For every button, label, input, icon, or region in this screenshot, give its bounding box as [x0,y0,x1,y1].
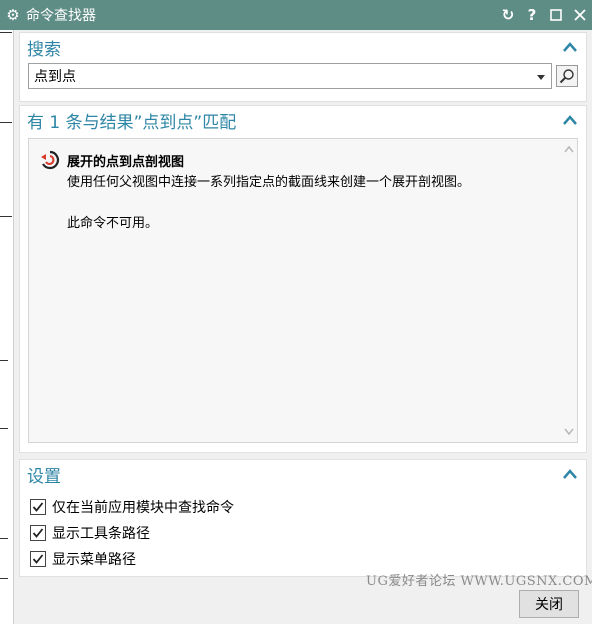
reset-icon[interactable]: ↻ [496,3,520,27]
option-label: 仅在当前应用模块中查找命令 [52,500,234,516]
checkmark-icon [32,554,44,564]
settings-panel-header[interactable]: 设置 [20,460,586,488]
title-bar[interactable]: ⚙ 命令查找器 ↻ ? [0,0,592,30]
command-finder-dialog: 搜索 点到点 有 1 条与结果”点到点”匹配 展开的点到点剖视图 使用任何父视图… [14,30,592,624]
collapse-chevron-up-icon[interactable] [562,112,578,128]
help-icon[interactable]: ? [520,3,544,27]
search-input[interactable]: 点到点 [28,63,552,89]
option-current-module-only[interactable]: 仅在当前应用模块中查找命令 [20,494,586,520]
maximize-icon[interactable] [544,3,568,27]
gear-icon: ⚙ [6,6,20,24]
results-panel-header[interactable]: 有 1 条与结果”点到点”匹配 [20,106,586,134]
results-section-title: 有 1 条与结果”点到点”匹配 [27,112,237,133]
background-line [0,32,12,33]
search-input-value: 点到点 [34,69,76,85]
background-line [0,122,12,123]
search-button[interactable] [556,65,578,87]
result-title: 展开的点到点剖视图 [67,155,185,170]
checkmark-icon [32,502,44,512]
results-list[interactable]: 展开的点到点剖视图 使用任何父视图中连接一系列指定点的截面线来创建一个展开剖视图… [28,138,578,443]
background-line [0,578,8,579]
search-section-title: 搜索 [27,39,61,60]
unfolded-section-view-icon [41,150,59,170]
background-line [0,216,12,217]
result-description: 使用任何父视图中连接一系列指定点的截面线来创建一个展开剖视图。 [67,175,471,190]
dropdown-arrow-icon[interactable] [537,68,545,84]
background-line [0,360,8,361]
window-title: 命令查找器 [26,8,96,24]
results-scrollbar[interactable] [561,139,577,442]
checkbox-checked[interactable] [30,551,46,567]
result-status: 此命令不可用。 [67,216,159,231]
scroll-up-icon[interactable] [564,145,574,153]
checkmark-icon [32,528,44,538]
background-line [0,428,8,429]
close-icon[interactable] [568,3,592,27]
option-label: 显示工具条路径 [52,526,150,542]
close-button[interactable]: 关闭 [519,590,579,618]
background-line [0,538,8,539]
search-panel-header[interactable]: 搜索 [20,33,586,61]
settings-section-title: 设置 [27,466,61,487]
collapse-chevron-up-icon[interactable] [562,466,578,482]
checkbox-checked[interactable] [30,499,46,515]
settings-panel: 设置 仅在当前应用模块中查找命令 显示工具条路径 显示菜单路径 [19,459,587,577]
option-label: 显示菜单路径 [52,552,136,568]
collapse-chevron-up-icon[interactable] [562,39,578,55]
magnifier-icon [559,69,574,84]
results-panel: 有 1 条与结果”点到点”匹配 展开的点到点剖视图 使用任何父视图中连接一系列指… [19,105,587,453]
search-panel: 搜索 点到点 [19,32,587,102]
background-cad-window-edge [0,30,14,624]
scroll-down-icon[interactable] [564,428,574,436]
option-show-menu-path[interactable]: 显示菜单路径 [20,546,586,572]
watermark: UG爱好者论坛 WWW.UGSNX.COM [366,574,592,589]
option-show-toolbar-path[interactable]: 显示工具条路径 [20,520,586,546]
checkbox-checked[interactable] [30,525,46,541]
